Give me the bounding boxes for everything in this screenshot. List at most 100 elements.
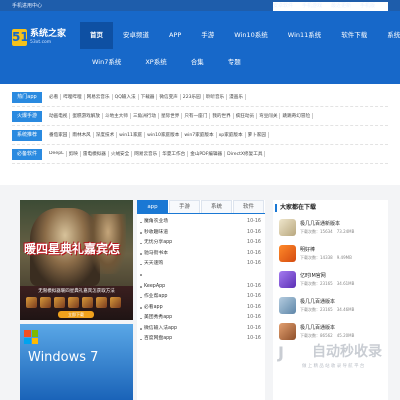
- category-link[interactable]: 火绒安全: [109, 151, 133, 157]
- category-link[interactable]: 华夏工作台: [160, 151, 189, 157]
- category-link[interactable]: 223乐园: [181, 94, 204, 100]
- banner-slide-game[interactable]: 暖四星典礼嘉宾怎 无限模拟器暖四星典礼嘉宾怎获取方法 立即下载: [20, 200, 133, 320]
- nav-win11[interactable]: Win11系统: [278, 22, 331, 49]
- site-logo[interactable]: 51 系统之家 53xt.com: [12, 29, 78, 47]
- game-icon: [68, 297, 79, 308]
- list-item[interactable]: 百度网盘app 10-16: [139, 334, 263, 345]
- category-link[interactable]: 剪映: [67, 151, 81, 157]
- category-label: 火爆手游: [12, 110, 42, 122]
- category-link[interactable]: win7家庭版本: [182, 132, 217, 138]
- list-item[interactable]: 天天速购 10-16: [139, 259, 263, 270]
- nav-tutorials[interactable]: 系统教程: [377, 22, 400, 49]
- game-icon: [26, 297, 37, 308]
- category-link[interactable]: xp家庭版本: [217, 132, 246, 138]
- tab-app[interactable]: app: [137, 200, 168, 213]
- list-item-date: 10-16: [247, 250, 261, 256]
- app-icon: [279, 323, 296, 340]
- nav-collections[interactable]: 合集: [179, 52, 216, 72]
- category-link[interactable]: 下载器: [139, 94, 158, 100]
- list-item[interactable]: 驰马街书本 10-16: [139, 249, 263, 260]
- category-link[interactable]: 微信变声: [157, 94, 181, 100]
- category-link[interactable]: 雨林木风: [70, 132, 94, 138]
- app-name: 亿时IM官网: [300, 273, 326, 279]
- category-link[interactable]: DeepL: [47, 151, 67, 157]
- nav-app[interactable]: APP: [159, 22, 191, 49]
- list-item-date: 10-16: [247, 315, 261, 320]
- app-size: 45.20MB: [336, 333, 355, 338]
- nav-mobile-games[interactable]: 手游: [191, 22, 224, 49]
- list-item-title: 魔角农业场: [144, 219, 168, 224]
- list-item-title: 驰马街书本: [144, 250, 168, 256]
- category-link[interactable]: DirectX修复工具: [225, 151, 266, 157]
- category-link[interactable]: 只有一座门: [182, 113, 211, 119]
- list-item-date: 10-16: [247, 336, 261, 341]
- category-row-essential-software: 必备软件 DeepL 剪映 雷电模拟器 火绒安全 网易云音乐 华夏工作台 金山P…: [12, 145, 388, 164]
- category-link[interactable]: 动画电视: [47, 113, 71, 119]
- app-item[interactable]: 亿时IM官网 下载次数：23165 34.61MB: [273, 268, 388, 294]
- category-link[interactable]: 雷电模拟器: [81, 151, 109, 157]
- category-link[interactable]: 金山PDF编辑器: [188, 151, 226, 157]
- category-label: 必备软件: [12, 148, 42, 160]
- tab-software[interactable]: 软件: [233, 200, 264, 213]
- list-rows: 魔角农业场 10-16 秒收趣味道 10-16 无忧分享app 10-16 驰马街书本…: [137, 214, 265, 345]
- category-link[interactable]: 哔哩哔哩: [61, 94, 85, 100]
- banner-strip: 无限模拟器暖四星典礼嘉宾怎获取方法 立即下载: [20, 286, 133, 320]
- category-link[interactable]: win11家庭: [117, 132, 146, 138]
- list-item[interactable]: 作业帮app 10-16: [139, 292, 263, 303]
- header: 51 系统之家 53xt.com 首页 安卓频道 APP 手游 Win10系统 …: [0, 11, 400, 84]
- app-name: 极几几百通版本: [300, 299, 336, 305]
- windows-logo-icon: [24, 330, 38, 344]
- watermark-text: 自动秒收录: [312, 344, 382, 360]
- list-item-date: 10-16: [247, 294, 261, 299]
- category-link[interactable]: 漫画乐: [227, 94, 246, 100]
- panel-title: 大家都在下载: [273, 200, 388, 216]
- app-item[interactable]: 极几几百通新版本 下载次数：15634 73.24MB: [273, 216, 388, 242]
- category-label: 系统推荐: [12, 129, 42, 141]
- secondary-nav: Win7系统 XP系统 合集 专题: [80, 52, 253, 72]
- category-link[interactable]: 三角洲行动: [131, 113, 159, 119]
- list-item[interactable]: 美团秀秀app 10-16: [139, 313, 263, 324]
- nav-software[interactable]: 软件下载: [331, 22, 377, 49]
- category-link[interactable]: 萝卜家园: [246, 132, 269, 138]
- nav-win7[interactable]: Win7系统: [80, 52, 133, 72]
- nav-xp[interactable]: XP系统: [133, 52, 178, 72]
- category-link[interactable]: 必看: [47, 94, 62, 100]
- nav-home[interactable]: 首页: [80, 22, 113, 49]
- nav-win10[interactable]: Win10系统: [224, 22, 277, 49]
- list-item[interactable]: 微信输入法app 10-16: [139, 324, 263, 335]
- banner-slide-windows7[interactable]: Windows 7: [20, 324, 133, 400]
- category-row-systems: 系统推荐 番茄家园 雨林木风 深度技术 win11家庭 win10家庭版本 wi…: [12, 126, 388, 145]
- category-link[interactable]: 网易云音乐: [85, 94, 113, 100]
- app-icon: [279, 245, 296, 262]
- banner-carousel[interactable]: 暖四星典礼嘉宾怎 无限模拟器暖四星典礼嘉宾怎获取方法 立即下载 Windows …: [20, 200, 133, 400]
- app-item[interactable]: 明好棒 下载次数：14338 9.49MB: [273, 242, 388, 268]
- list-item[interactable]: 无忧分享app 10-16: [139, 238, 263, 249]
- category-link[interactable]: 深度技术: [94, 132, 118, 138]
- mobile-center-link[interactable]: 手机进用中心: [12, 2, 42, 9]
- category-link[interactable]: 弯豆闯关: [257, 113, 281, 119]
- list-item[interactable]: 魔角农业场 10-16: [139, 217, 263, 228]
- category-link[interactable]: 跳跳奇幻冒险: [280, 113, 314, 119]
- category-link[interactable]: win10家庭版本: [145, 132, 183, 138]
- nav-topics[interactable]: 专题: [216, 52, 253, 72]
- category-link[interactable]: 番茄家园: [47, 132, 71, 138]
- category-link[interactable]: 斗地主大师: [103, 113, 131, 119]
- category-link[interactable]: QQ输入法: [113, 94, 139, 100]
- category-link[interactable]: 疯狂动员: [234, 113, 258, 119]
- nav-android[interactable]: 安卓频道: [113, 22, 159, 49]
- banner-download-button[interactable]: 立即下载: [58, 311, 94, 318]
- category-link[interactable]: 蛋糕游戏解放: [70, 113, 103, 119]
- list-item[interactable]: 秒收趣味道 10-16: [139, 228, 263, 239]
- category-link[interactable]: 星际世界: [159, 113, 183, 119]
- app-item[interactable]: 极几几百通版本 下载次数：23165 34.46MB: [273, 294, 388, 320]
- tab-systems[interactable]: 系统: [201, 200, 232, 213]
- app-size: 34.46MB: [336, 307, 355, 312]
- list-item[interactable]: KeepApp 10-16: [139, 282, 263, 293]
- category-link[interactable]: 网易云音乐: [132, 151, 161, 157]
- list-item[interactable]: 必看app 10-16: [139, 303, 263, 314]
- app-icon: [279, 297, 296, 314]
- list-item-title: KeepApp: [144, 283, 166, 289]
- tab-games[interactable]: 手游: [169, 200, 200, 213]
- category-link[interactable]: 聆听音乐: [204, 94, 228, 100]
- category-link[interactable]: 我的世界: [210, 113, 234, 119]
